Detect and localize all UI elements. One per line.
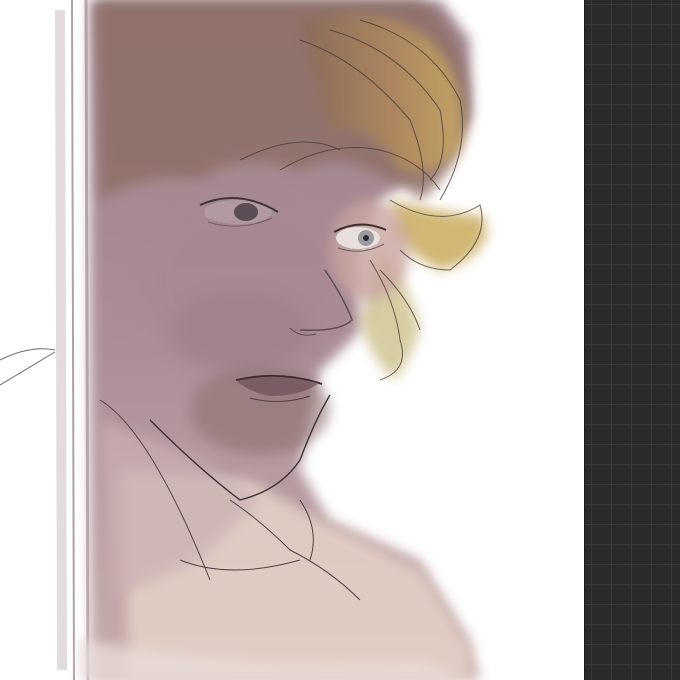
- drawing-canvas[interactable]: [0, 0, 584, 680]
- portrait-artwork: [0, 0, 486, 680]
- grid-panel: [584, 0, 680, 680]
- drawing-app: [0, 0, 680, 680]
